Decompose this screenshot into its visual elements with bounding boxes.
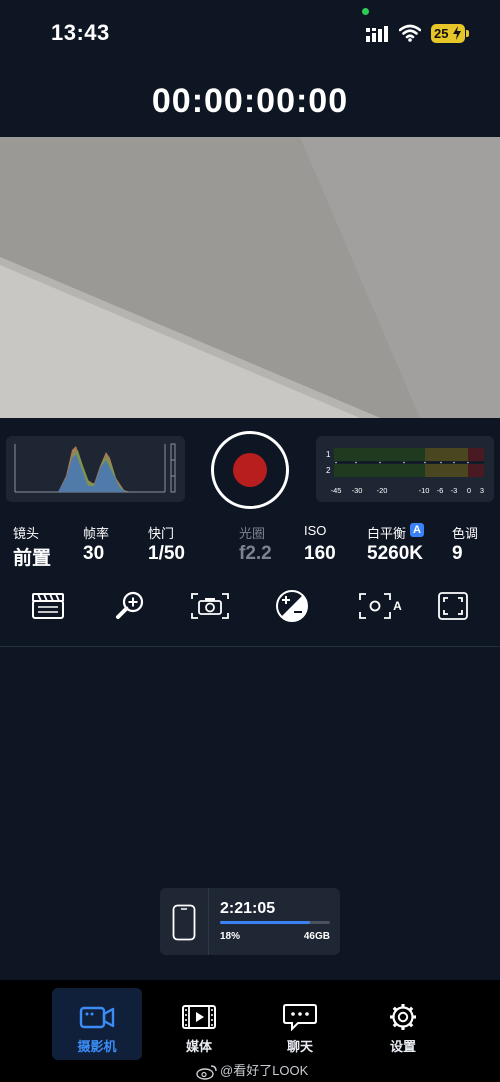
frame-guides-button[interactable]	[433, 588, 473, 624]
exposure-button[interactable]	[272, 588, 312, 624]
tab-label: 聊天	[286, 1039, 313, 1054]
storage-percent: 18%	[220, 931, 241, 942]
meter-tick: -45	[331, 486, 342, 495]
exposure-compensation-icon	[276, 590, 308, 622]
phone-storage-icon	[172, 904, 196, 941]
auto-stabilization-icon	[359, 593, 392, 619]
timecode: 00:00:00:00	[151, 82, 349, 120]
param-label: 帧率	[83, 526, 110, 541]
param-white-balance[interactable]: 白平衡 A 5260K	[367, 523, 425, 565]
tools-row: A	[0, 588, 500, 628]
param-label: 快门	[148, 526, 175, 541]
histogram-graph	[14, 443, 176, 493]
meter-channel-1: 1	[326, 450, 331, 459]
record-button[interactable]	[211, 431, 289, 509]
battery-level: 25	[434, 26, 449, 41]
camera-in-use-indicator	[362, 8, 369, 15]
tab-media[interactable]: 媒体	[154, 988, 244, 1060]
zoom-button[interactable]	[110, 588, 150, 624]
param-label-text: 白平衡	[367, 526, 407, 541]
param-aperture: 光圈 f2.2	[239, 523, 272, 565]
param-value: f2.2	[239, 543, 272, 564]
cellular-signal-icon	[366, 26, 388, 42]
meter-channel-2: 2	[326, 466, 331, 475]
tab-label: 摄影机	[77, 1039, 117, 1054]
meter-tick: -3	[451, 486, 458, 495]
param-value: 1/50	[148, 543, 185, 564]
divider	[0, 646, 500, 647]
storage-bar-fill	[220, 921, 311, 924]
param-value: 前置	[13, 548, 52, 569]
param-label: 白平衡 A	[367, 523, 425, 541]
param-value: 5260K	[367, 543, 423, 564]
audio-meter-graph: 1 2 -45 -30 -20 -10 -6 -3 0 3	[326, 448, 484, 495]
frame-guides-icon	[438, 592, 468, 620]
param-label: 光圈	[239, 526, 266, 541]
battery-nub	[466, 30, 469, 37]
tab-label: 设置	[389, 1039, 416, 1054]
param-value: 9	[452, 543, 463, 564]
clapper-icon	[32, 593, 64, 619]
gear-icon	[390, 1004, 416, 1030]
meter-tick: -30	[352, 486, 363, 495]
storage-remaining-time: 2:21:05	[220, 900, 276, 917]
param-tint[interactable]: 色调 9	[452, 523, 478, 565]
param-label: 色调	[452, 526, 479, 541]
storage-separator	[208, 888, 209, 955]
param-label: ISO	[304, 523, 327, 538]
tab-settings[interactable]: 设置	[358, 988, 448, 1060]
clapper-button[interactable]	[28, 588, 68, 624]
stabilization-badge: A	[393, 599, 402, 613]
watermark-text: @看好了LOOK	[220, 1063, 309, 1078]
param-label: 镜头	[13, 526, 40, 541]
watermark: @看好了LOOK	[196, 1060, 308, 1080]
record-dot	[233, 453, 267, 487]
param-value: 30	[83, 543, 105, 564]
weibo-logo-icon	[196, 1064, 217, 1080]
wifi-icon	[399, 24, 421, 42]
tab-chat[interactable]: 聊天	[255, 988, 345, 1060]
param-value: 160	[304, 543, 336, 564]
battery-indicator: 25	[431, 24, 465, 43]
storage-free: 46GB	[303, 931, 330, 942]
film-strip-icon	[182, 1005, 216, 1029]
meter-tick: 0	[467, 486, 471, 495]
camera-parameters: 镜头 前置 帧率 30 快门 1/50 光圈 f2.2 ISO 160 白平衡 A…	[0, 523, 500, 573]
audio-meter-panel[interactable]: 1 2 -45 -30 -20 -10 -6 -3 0 3	[316, 436, 494, 502]
charging-bolt-icon	[453, 26, 461, 40]
meter-tick: 3	[480, 486, 484, 495]
tab-camera[interactable]: 摄影机	[52, 988, 142, 1060]
camera-viewfinder[interactable]	[0, 137, 500, 418]
stabilization-button[interactable]: A	[356, 588, 404, 624]
tab-label: 媒体	[185, 1039, 212, 1054]
param-iso[interactable]: ISO 160	[304, 523, 336, 565]
status-time: 13:43	[51, 20, 110, 45]
histogram-panel[interactable]	[6, 436, 185, 502]
param-shutter[interactable]: 快门 1/50	[148, 523, 185, 565]
focus-button[interactable]	[190, 588, 230, 624]
storage-bar	[220, 921, 330, 924]
auto-badge: A	[410, 523, 425, 537]
meter-tick: -6	[437, 486, 444, 495]
param-lens[interactable]: 镜头 前置	[13, 523, 51, 570]
zoom-in-icon	[116, 591, 144, 619]
param-frame-rate[interactable]: 帧率 30	[83, 523, 109, 565]
tab-bar: 摄影机 媒体 聊天 设置 @看好了LOOK	[0, 980, 500, 1082]
meter-tick: -10	[419, 486, 430, 495]
focus-camera-icon	[191, 593, 229, 619]
status-bar: 13:43 25	[0, 0, 500, 66]
meter-tick: -20	[377, 486, 388, 495]
viewfinder-image	[0, 137, 500, 418]
video-camera-icon	[79, 1006, 115, 1029]
storage-card[interactable]: 2:21:05 18% 46GB	[160, 888, 340, 955]
chat-bubble-icon	[283, 1004, 317, 1032]
